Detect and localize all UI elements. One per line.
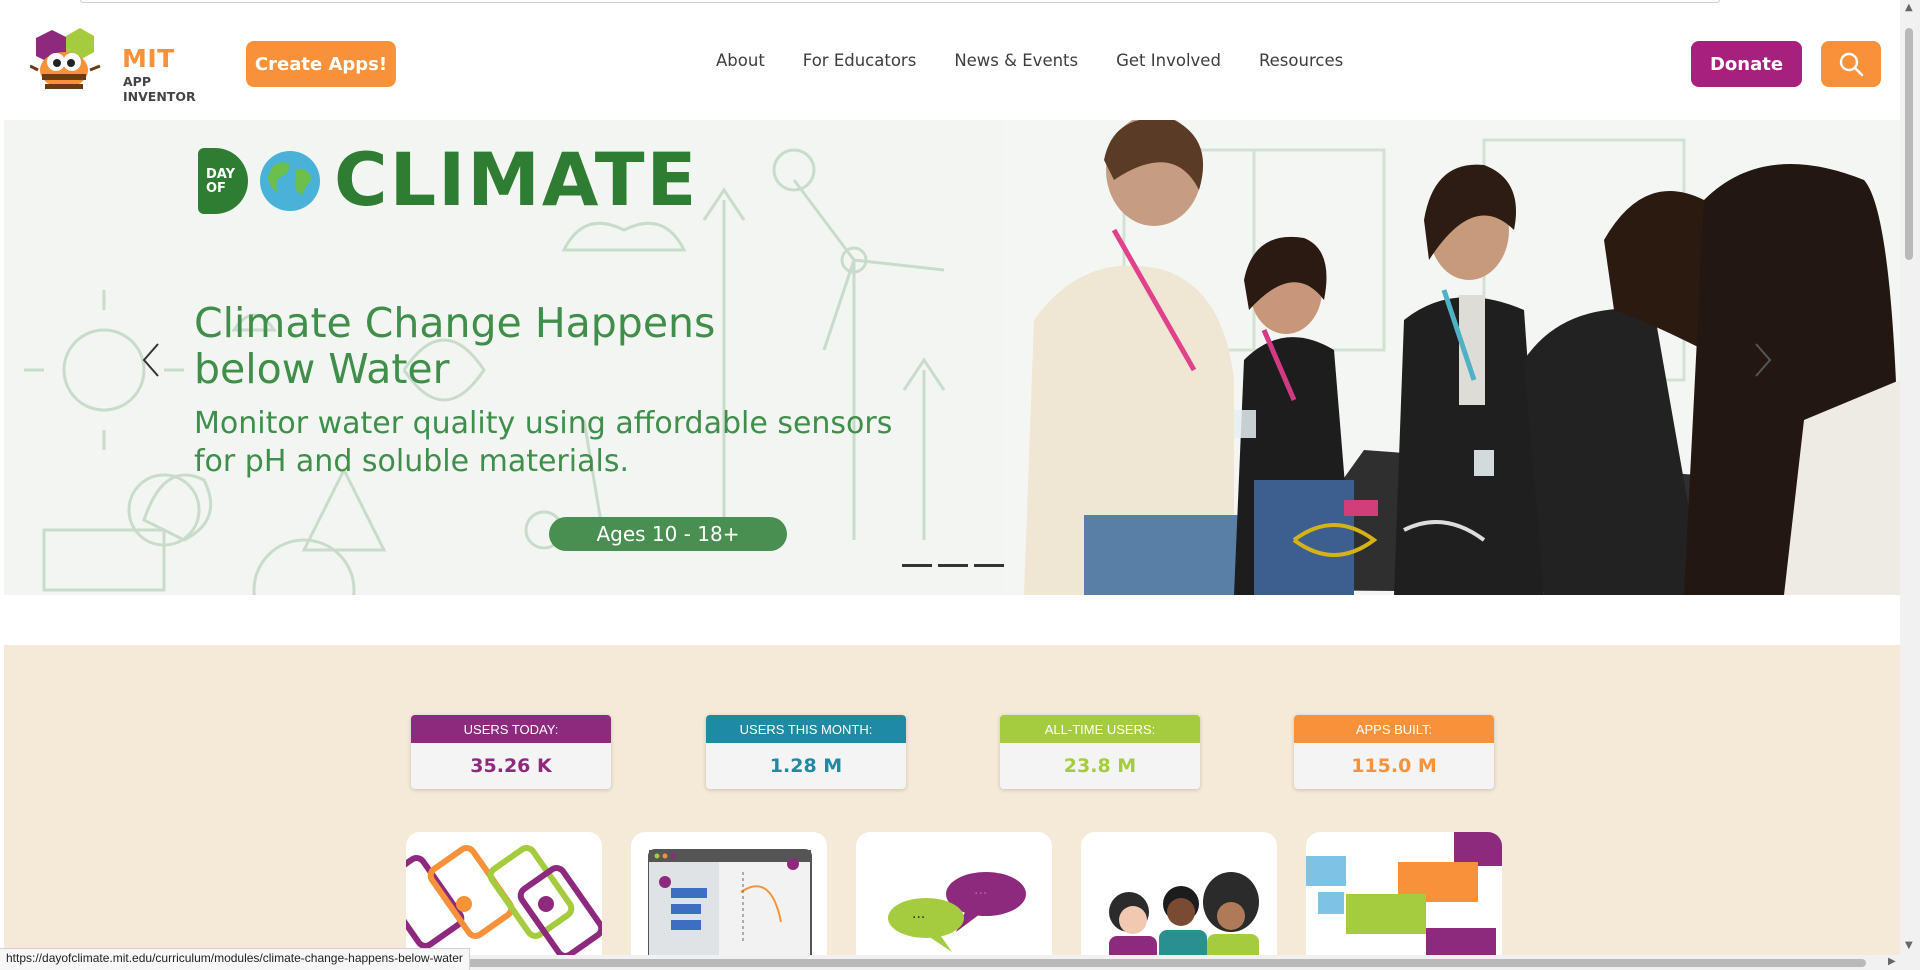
- stat-label: USERS THIS MONTH:: [706, 715, 906, 743]
- day-of-climate-logo: DAY OF CLIMATE: [198, 138, 699, 223]
- nav-about[interactable]: About: [716, 51, 765, 70]
- stat-all-time-users: ALL-TIME USERS: 23.8 M: [1000, 715, 1200, 789]
- nav-get-involved[interactable]: Get Involved: [1116, 51, 1221, 70]
- nav-resources[interactable]: Resources: [1259, 51, 1343, 70]
- search-icon: [1839, 52, 1864, 77]
- stat-value: 35.26 K: [470, 755, 552, 777]
- search-button[interactable]: [1821, 41, 1881, 87]
- carousel-dot[interactable]: [938, 564, 968, 567]
- carousel-dot[interactable]: [902, 564, 932, 567]
- scroll-up-icon[interactable]: ▲: [1905, 2, 1913, 13]
- svg-text:···: ···: [912, 910, 925, 926]
- stat-label: ALL-TIME USERS:: [1000, 715, 1200, 743]
- donate-button[interactable]: Donate: [1691, 41, 1802, 87]
- hero-subtitle: Monitor water quality using affordable s…: [194, 406, 893, 479]
- nav-news-events[interactable]: News & Events: [954, 51, 1078, 70]
- card-puzzle[interactable]: [1306, 832, 1502, 962]
- stat-users-this-month: USERS THIS MONTH: 1.28 M: [706, 715, 906, 789]
- nav-for-educators[interactable]: For Educators: [803, 51, 917, 70]
- carousel-next-icon[interactable]: [1748, 340, 1778, 380]
- create-apps-button[interactable]: Create Apps!: [246, 41, 396, 87]
- day-of-mark: DAY OF: [198, 148, 248, 214]
- chat-bubbles-illustration-icon: ··· ···: [888, 872, 1026, 952]
- phones-illustration-icon: [406, 845, 602, 959]
- scroll-down-icon[interactable]: ▼: [1905, 940, 1913, 951]
- logo-mit-text: MIT: [122, 44, 175, 73]
- stats-section: USERS TODAY: 35.26 K USERS THIS MONTH: 1…: [4, 645, 1900, 962]
- climate-wordmark: CLIMATE: [334, 138, 699, 223]
- logo-sub-text: APP INVENTOR: [123, 74, 196, 104]
- carousel-indicators: [902, 564, 1004, 567]
- link-status-bar: https://dayofclimate.mit.edu/curriculum/…: [0, 948, 470, 970]
- browser-frame-edge: [80, 0, 1720, 3]
- stat-value: 1.28 M: [769, 755, 843, 777]
- site-header: MIT APP INVENTOR Create Apps! About For …: [0, 4, 1900, 120]
- hero-title[interactable]: Climate Change Happens below Water: [194, 300, 794, 392]
- app-inventor-logo[interactable]: MIT APP INVENTOR: [29, 26, 220, 104]
- carousel-dot[interactable]: [974, 564, 1004, 567]
- card-chat[interactable]: ··· ···: [856, 832, 1052, 962]
- card-blocks-editor[interactable]: [631, 832, 827, 962]
- globe-icon: [260, 151, 320, 211]
- bee-logo-icon: [29, 28, 101, 89]
- stat-users-today: USERS TODAY: 35.26 K: [411, 715, 611, 789]
- blocks-editor-illustration-icon: [648, 849, 812, 962]
- vertical-scroll-thumb[interactable]: [1905, 28, 1913, 260]
- stat-value: 115.0 M: [1351, 755, 1437, 777]
- stat-label: USERS TODAY:: [411, 715, 611, 743]
- carousel-prev-icon[interactable]: [136, 340, 166, 380]
- stat-label: APPS BUILT:: [1294, 715, 1494, 743]
- scroll-right-icon[interactable]: ▶: [1888, 956, 1896, 967]
- people-illustration-icon: [1109, 872, 1259, 962]
- card-phones[interactable]: [406, 832, 602, 962]
- main-nav: About For Educators News & Events Get In…: [716, 51, 1381, 70]
- puzzle-blocks-illustration-icon: [1306, 832, 1502, 962]
- vertical-scrollbar[interactable]: ▲ ▼: [1900, 0, 1920, 955]
- age-range-badge: Ages 10 - 18+: [549, 517, 787, 551]
- card-people[interactable]: [1081, 832, 1277, 962]
- hero-carousel: DAY OF CLIMATE Climate Change Happens bel…: [4, 120, 1900, 595]
- stat-apps-built: APPS BUILT: 115.0 M: [1294, 715, 1494, 789]
- stat-value: 23.8 M: [1063, 755, 1137, 777]
- svg-text:···: ···: [974, 886, 987, 902]
